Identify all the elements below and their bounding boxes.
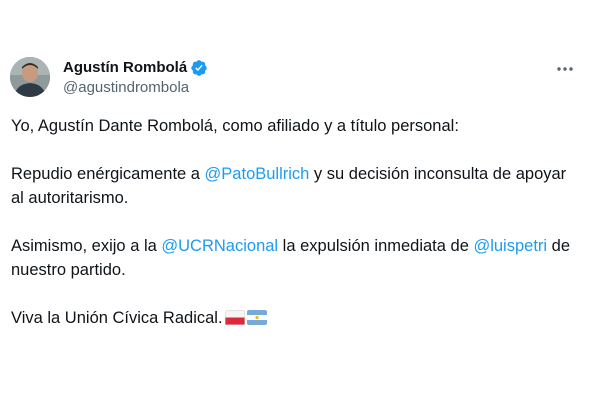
tweet-paragraph-3: Asimismo, exijo a la @UCRNacional la exp… [11,234,581,282]
text-span: la expulsión inmediata de [278,237,474,255]
handle[interactable]: @agustindrombola [63,78,208,98]
argentina-flag-icon [246,310,267,325]
text-span: Viva la Unión Cívica Radical. [11,309,223,327]
mention-luispetri[interactable]: @luispetri [473,237,547,255]
text-span: Yo, Agustín Dante Rombolá, como afiliado… [11,117,459,135]
name-row: Agustín Rombolá [63,58,208,78]
red-white-flag-icon [224,310,245,325]
text-span: Asimismo, exijo a la [11,237,162,255]
more-options-icon[interactable] [552,58,578,80]
verified-badge-icon [190,59,208,77]
mention-ucrnacional[interactable]: @UCRNacional [161,237,278,255]
tweet-paragraph-1: Yo, Agustín Dante Rombolá, como afiliado… [11,114,581,138]
text-span: Repudio enérgicamente a [11,165,205,183]
tweet-text: Yo, Agustín Dante Rombolá, como afiliado… [11,114,581,354]
tweet-paragraph-4: Viva la Unión Cívica Radical. [11,306,581,330]
mention-patobullrich[interactable]: @PatoBullrich [205,165,310,183]
tweet-paragraph-2: Repudio enérgicamente a @PatoBullrich y … [11,162,581,210]
avatar[interactable] [10,57,50,97]
display-name[interactable]: Agustín Rombolá [63,58,187,78]
tweet-card: Agustín Rombolá @agustindrombola Yo, Agu… [0,0,591,403]
author-block: Agustín Rombolá @agustindrombola [63,58,208,98]
